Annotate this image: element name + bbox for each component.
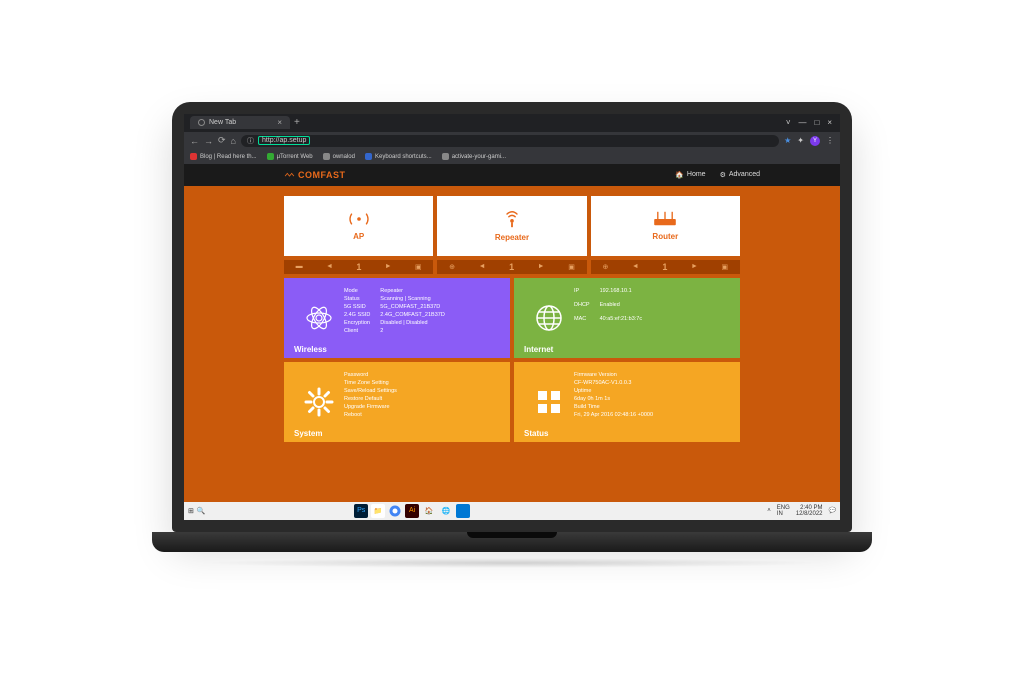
system-items: Password Time Zone Setting Save/Reload S… <box>344 370 500 434</box>
system-tray: ˄ ENGIN 2:40 PM 12/8/2022 💬 <box>767 505 836 517</box>
laptop-shadow <box>202 558 822 568</box>
taskbar-apps: Ps 📁 Ai 🏠 🌐 <box>354 504 470 518</box>
globe-icon <box>534 303 564 333</box>
notifications-icon[interactable]: 💬 <box>829 507 836 514</box>
tab-title: New Tab <box>209 119 236 126</box>
browser-tab[interactable]: New Tab × <box>190 116 290 129</box>
bookmark-item[interactable]: Blog | Read here th... <box>190 153 257 160</box>
bookmark-item[interactable]: µTorrent Web <box>267 153 313 160</box>
indicator-strip: ⊕◄1►▣ <box>437 260 586 274</box>
logo-icon <box>284 171 295 178</box>
router-icon <box>652 210 678 228</box>
bookmark-item[interactable]: ownalod <box>323 153 355 160</box>
close-tab-icon[interactable]: × <box>277 118 282 127</box>
page-header: COMFAST 🏠Home ⚙Advanced <box>184 164 840 186</box>
nav-advanced[interactable]: ⚙Advanced <box>720 171 760 179</box>
new-tab-button[interactable]: + <box>294 117 300 128</box>
status-items: Firmware Version CF-WR750AC-V1.0.0.3 Upt… <box>574 370 730 434</box>
tile-title: Status <box>524 429 548 438</box>
repeater-icon <box>501 209 523 229</box>
window-close-icon[interactable]: × <box>827 118 832 127</box>
tile-title: Internet <box>524 345 553 354</box>
wireless-data: Mode Status 5G SSID 2.4G SSID Encryption… <box>344 286 500 350</box>
info-icon: ⓘ <box>247 136 254 146</box>
taskbar-app-folder[interactable]: 📁 <box>371 504 385 518</box>
star-icon[interactable]: ★ <box>784 136 791 145</box>
indicator-row: ▬◄1►▣ ⊕◄1►▣ ⊕◄1►▣ <box>284 260 740 274</box>
mode-label: AP <box>353 232 364 241</box>
mode-label: Repeater <box>495 233 529 242</box>
dashboard-content: AP Repeater Router ▬◄1►▣ ⊕◄1►▣ <box>184 186 840 502</box>
tile-internet[interactable]: IP DHCP MAC 192.168.10.1 Enabled 40:a5:e… <box>514 278 740 358</box>
tile-row-1: Mode Status 5G SSID 2.4G SSID Encryption… <box>284 278 740 358</box>
url-input[interactable]: ⓘ http://ap.setup <box>241 135 779 147</box>
tile-row-2: Password Time Zone Setting Save/Reload S… <box>284 362 740 442</box>
tile-wireless[interactable]: Mode Status 5G SSID 2.4G SSID Encryption… <box>284 278 510 358</box>
mode-repeater[interactable]: Repeater <box>437 196 586 256</box>
bookmark-icon <box>267 153 274 160</box>
addr-right: ★ ✦ Y ⋮ <box>784 136 834 146</box>
tile-title: Wireless <box>294 345 327 354</box>
laptop-base <box>152 532 872 552</box>
gear-icon: ⚙ <box>720 171 726 179</box>
router-admin-page: COMFAST 🏠Home ⚙Advanced AP <box>184 164 840 502</box>
tile-system[interactable]: Password Time Zone Setting Save/Reload S… <box>284 362 510 442</box>
brand-logo: COMFAST <box>284 170 346 180</box>
extensions-icon[interactable]: ✦ <box>797 136 804 145</box>
window-caret-icon[interactable]: ˅ <box>786 118 791 127</box>
language-indicator[interactable]: ENGIN <box>777 505 790 517</box>
tray-chevron-icon[interactable]: ˄ <box>767 508 771 514</box>
taskbar-app-ai[interactable]: Ai <box>405 504 419 518</box>
mode-ap[interactable]: AP <box>284 196 433 256</box>
indicator-strip: ⊕◄1►▣ <box>591 260 740 274</box>
bookmark-icon <box>365 153 372 160</box>
taskbar-app[interactable] <box>456 504 470 518</box>
bookmark-item[interactable]: Keyboard shortcuts... <box>365 153 432 160</box>
start-button[interactable]: ⊞ <box>188 507 194 515</box>
url-text: http://ap.setup <box>258 136 310 145</box>
bookmark-icon <box>323 153 330 160</box>
window-controls: ˅ — □ × <box>786 118 840 127</box>
home-icon: 🏠 <box>675 171 684 179</box>
mode-router[interactable]: Router <box>591 196 740 256</box>
browser-chrome: New Tab × + ˅ — □ × ← → ⟳ ⌂ <box>184 114 840 164</box>
screen: New Tab × + ˅ — □ × ← → ⟳ ⌂ <box>184 114 840 520</box>
taskbar-app[interactable]: 🌐 <box>439 504 453 518</box>
mode-row: AP Repeater Router <box>284 196 740 256</box>
internet-data: IP DHCP MAC 192.168.10.1 Enabled 40:a5:e… <box>574 286 730 350</box>
gear-icon <box>304 387 334 417</box>
menu-icon[interactable]: ⋮ <box>826 136 834 145</box>
clock[interactable]: 2:40 PM 12/8/2022 <box>796 505 823 517</box>
forward-icon[interactable]: → <box>204 136 213 146</box>
search-icon[interactable]: 🔍 <box>197 507 206 515</box>
page-nav: 🏠Home ⚙Advanced <box>675 171 760 179</box>
taskbar-app[interactable]: 🏠 <box>422 504 436 518</box>
profile-avatar[interactable]: Y <box>810 136 820 146</box>
ap-icon <box>348 210 370 228</box>
bookmark-icon <box>190 153 197 160</box>
laptop-frame: New Tab × + ˅ — □ × ← → ⟳ ⌂ <box>152 102 872 582</box>
window-maximize-icon[interactable]: □ <box>814 118 819 127</box>
status-icon <box>535 388 563 416</box>
bookmarks-bar: Blog | Read here th... µTorrent Web owna… <box>184 150 840 164</box>
bookmark-icon <box>442 153 449 160</box>
tile-title: System <box>294 429 322 438</box>
reload-icon[interactable]: ⟳ <box>218 135 226 146</box>
window-minimize-icon[interactable]: — <box>798 118 806 127</box>
home-icon[interactable]: ⌂ <box>231 136 236 146</box>
bookmark-item[interactable]: activate-your-gami... <box>442 153 506 160</box>
indicator-strip: ▬◄1►▣ <box>284 260 433 274</box>
wireless-icon <box>304 303 334 333</box>
mode-label: Router <box>652 232 678 241</box>
taskbar-app-chrome[interactable] <box>388 504 402 518</box>
address-bar-row: ← → ⟳ ⌂ ⓘ http://ap.setup ★ ✦ Y ⋮ <box>184 132 840 150</box>
taskbar-app-ps[interactable]: Ps <box>354 504 368 518</box>
back-icon[interactable]: ← <box>190 136 199 146</box>
globe-icon <box>198 119 205 126</box>
tab-strip: New Tab × + ˅ — □ × <box>184 114 840 132</box>
windows-taskbar: ⊞ 🔍 Ps 📁 Ai 🏠 🌐 ˄ ENGIN 2:40 PM <box>184 502 840 520</box>
screen-bezel: New Tab × + ˅ — □ × ← → ⟳ ⌂ <box>172 102 852 532</box>
nav-home[interactable]: 🏠Home <box>675 171 705 179</box>
tile-status[interactable]: Firmware Version CF-WR750AC-V1.0.0.3 Upt… <box>514 362 740 442</box>
